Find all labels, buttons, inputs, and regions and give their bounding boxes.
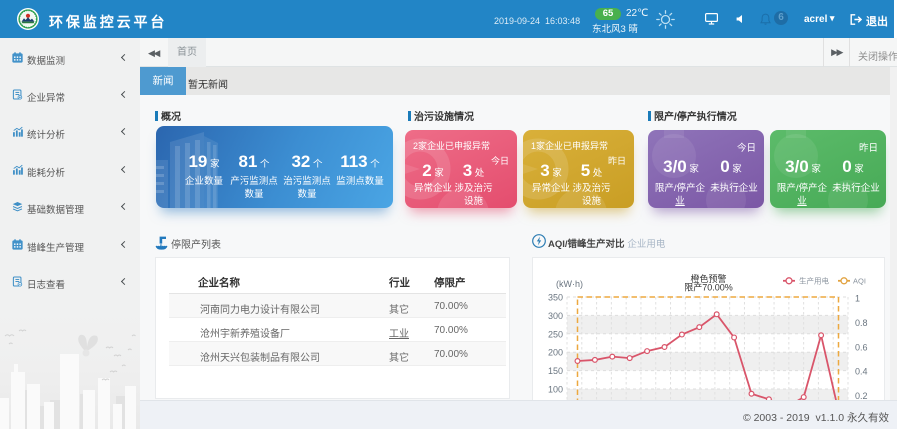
svg-text:AQI: AQI bbox=[853, 277, 866, 286]
svg-text:250: 250 bbox=[548, 329, 563, 339]
svg-text:(kW·h): (kW·h) bbox=[556, 279, 583, 289]
svg-text:0.4: 0.4 bbox=[855, 367, 868, 377]
svg-text:限产70.00%: 限产70.00% bbox=[684, 282, 733, 293]
svg-text:350: 350 bbox=[548, 293, 563, 303]
svg-text:0.8: 0.8 bbox=[855, 318, 868, 328]
svg-text:生产用电: 生产用电 bbox=[799, 276, 829, 286]
svg-text:1: 1 bbox=[855, 294, 860, 304]
svg-text:200: 200 bbox=[548, 348, 563, 358]
svg-text:300: 300 bbox=[548, 311, 563, 321]
svg-text:100: 100 bbox=[548, 385, 563, 395]
svg-text:150: 150 bbox=[548, 366, 563, 376]
svg-text:0.6: 0.6 bbox=[855, 342, 868, 352]
svg-text:0.2: 0.2 bbox=[855, 391, 868, 400]
